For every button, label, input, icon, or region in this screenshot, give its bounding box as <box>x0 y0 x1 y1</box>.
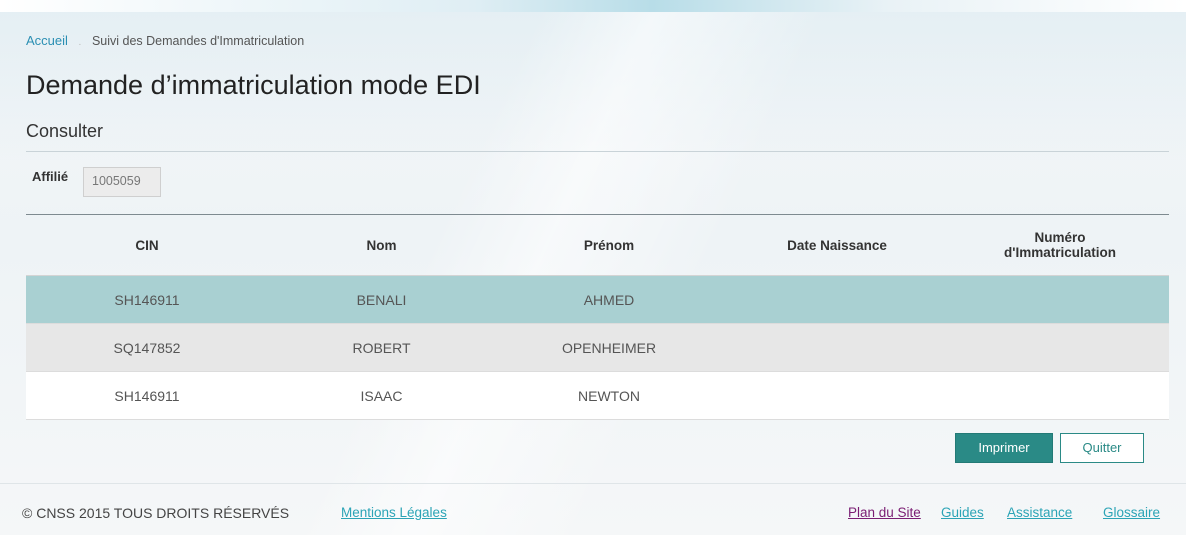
table-row[interactable]: SH146911 ISAAC NEWTON <box>26 371 1169 420</box>
footer-link-plan-du-site[interactable]: Plan du Site <box>848 505 921 520</box>
column-header-prenom[interactable]: Prénom <box>495 215 723 276</box>
column-header-numero-line2: d'Immatriculation <box>1004 245 1116 260</box>
footer-link-guides[interactable]: Guides <box>941 505 984 520</box>
footer-link-glossaire[interactable]: Glossaire <box>1103 505 1160 520</box>
column-header-numero[interactable]: Numéro d'Immatriculation <box>951 215 1169 276</box>
page-title: Demande d’immatriculation mode EDI <box>26 70 481 100</box>
footer-link-mentions[interactable]: Mentions Légales <box>341 505 447 520</box>
section-divider <box>26 151 1169 152</box>
cell-numero <box>951 371 1169 420</box>
cell-cin: SQ147852 <box>26 323 268 372</box>
cell-numero <box>951 323 1169 372</box>
column-header-cin[interactable]: CIN <box>26 215 268 276</box>
column-header-nom[interactable]: Nom <box>268 215 495 276</box>
footer-divider <box>0 483 1186 484</box>
cell-cin: SH146911 <box>26 371 268 420</box>
cell-prenom: NEWTON <box>495 371 723 420</box>
affilie-label: Affilié <box>32 169 69 184</box>
column-header-date-naissance[interactable]: Date Naissance <box>723 215 951 276</box>
print-button[interactable]: Imprimer <box>955 433 1053 463</box>
cell-cin: SH146911 <box>26 275 268 324</box>
cell-nom: BENALI <box>268 275 495 324</box>
cell-date-naissance <box>723 275 951 324</box>
column-header-numero-line1: Numéro <box>1034 230 1086 245</box>
cell-prenom: OPENHEIMER <box>495 323 723 372</box>
cell-nom: ROBERT <box>268 323 495 372</box>
page-content: Accueil . Suivi des Demandes d'Immatricu… <box>0 0 1186 535</box>
quit-button[interactable]: Quitter <box>1060 433 1144 463</box>
breadcrumb: Accueil . Suivi des Demandes d'Immatricu… <box>26 33 304 48</box>
cell-date-naissance <box>723 323 951 372</box>
breadcrumb-home-link[interactable]: Accueil <box>26 33 68 48</box>
footer-copyright: © CNSS 2015 TOUS DROITS RÉSERVÉS <box>22 505 290 521</box>
breadcrumb-separator: . <box>78 37 82 48</box>
table-header-row: CIN Nom Prénom Date Naissance Numéro d'I… <box>26 215 1169 276</box>
table-row[interactable]: SQ147852 ROBERT OPENHEIMER <box>26 323 1169 372</box>
cell-date-naissance <box>723 371 951 420</box>
cell-nom: ISAAC <box>268 371 495 420</box>
table-row[interactable]: SH146911 BENALI AHMED <box>26 275 1169 324</box>
cell-prenom: AHMED <box>495 275 723 324</box>
section-title: Consulter <box>26 121 104 141</box>
immatriculation-table: CIN Nom Prénom Date Naissance Numéro d'I… <box>26 215 1169 420</box>
breadcrumb-current: Suivi des Demandes d'Immatriculation <box>91 34 305 48</box>
footer-link-assistance[interactable]: Assistance <box>1007 505 1072 520</box>
cell-numero <box>951 275 1169 324</box>
affilie-field: 1005059 <box>83 167 161 197</box>
